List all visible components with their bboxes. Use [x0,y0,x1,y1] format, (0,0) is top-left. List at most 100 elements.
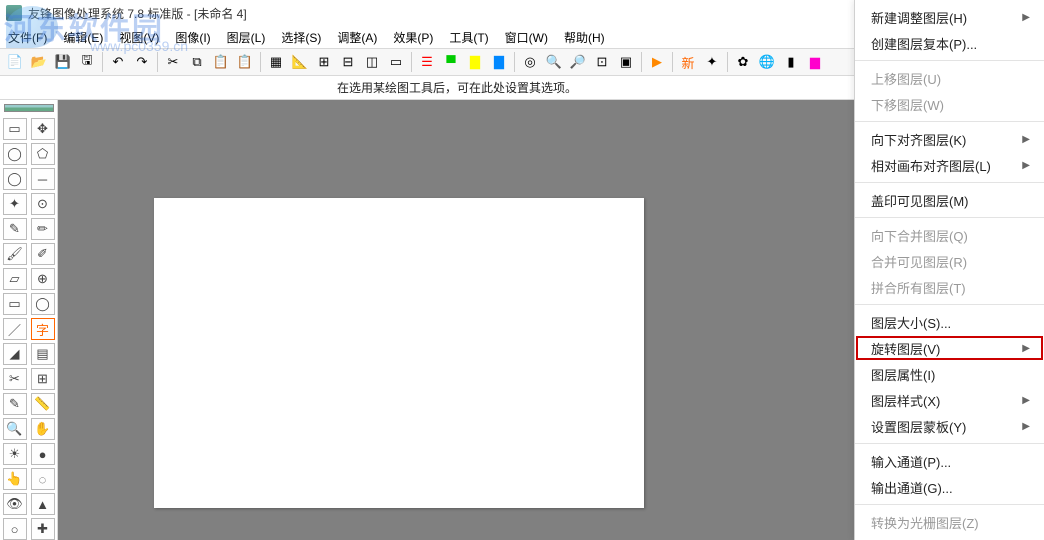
menu-item-9[interactable]: 窗口(W) [505,29,548,46]
tool-hand[interactable]: ✋ [31,418,55,440]
menu-z: 转换为光栅图层(Z) [855,509,1044,535]
menu-h[interactable]: 新建调整图层(H)▶ [855,4,1044,30]
menu-item-2[interactable]: 视图(V) [119,29,159,46]
menu-item-5[interactable]: 选择(S) [281,29,321,46]
menu-item-8[interactable]: 工具(T) [449,29,488,46]
tool-sharpen[interactable]: ▲ [31,493,55,515]
tool-select-rect[interactable]: ▭ [3,118,27,140]
open-button[interactable]: 📂 [28,51,50,73]
color-button[interactable]: ▆ [804,51,826,73]
toolbox-thumb[interactable] [4,104,54,112]
plugin-a-button[interactable]: 新 [677,51,699,73]
tool-crop[interactable]: ✂ [3,368,27,390]
rgb-button[interactable]: ☰ [416,51,438,73]
redo-button[interactable]: ↷ [131,51,153,73]
new-button[interactable]: 📄 [4,51,26,73]
copy-button[interactable]: ⧉ [186,51,208,73]
tool-line[interactable]: ／ [3,318,27,340]
tool-gradient[interactable]: ▤ [31,343,55,365]
selection-a-button[interactable]: ◫ [361,51,383,73]
tool-polygon-lasso[interactable]: ⬠ [31,143,55,165]
paste-button[interactable]: 📋 [210,51,232,73]
tool-bucket[interactable]: ◢ [3,343,27,365]
swatch2-button[interactable]: ▇ [488,51,510,73]
menu-i[interactable]: 图层属性(I) [855,361,1044,387]
tool-dodge[interactable]: ☀ [3,443,27,465]
battery-button[interactable]: ▮ [780,51,802,73]
guides-button[interactable]: ⊞ [313,51,335,73]
palette-button[interactable]: ▀ [440,51,462,73]
menu-x[interactable]: 图层样式(X)▶ [855,387,1044,413]
globe-button[interactable]: 🌐 [756,51,778,73]
canvas-area[interactable] [58,100,942,540]
paste-special-button[interactable]: 📋 [234,51,256,73]
undo-button[interactable]: ↶ [107,51,129,73]
tool-magic-wand[interactable]: ✦ [3,193,27,215]
menu-q: 向下合并图层(Q) [855,222,1044,248]
tool-zoom[interactable]: 🔍 [3,418,27,440]
rulers-button[interactable]: 📐 [289,51,311,73]
tool-paint[interactable]: ✐ [31,243,55,265]
cut-button[interactable]: ✂ [162,51,184,73]
grid-button[interactable]: ▦ [265,51,287,73]
tool-rect-shape[interactable]: ▭ [3,293,27,315]
flag-button[interactable]: ▶ [646,51,668,73]
web-button[interactable]: ✿ [732,51,754,73]
save-button[interactable]: 💾 [52,51,74,73]
tool-redeye[interactable]: 👁 [3,493,27,515]
chevron-right-icon: ▶ [1022,12,1030,23]
tool-clone[interactable]: ⊕ [31,268,55,290]
tool-text[interactable]: 字 [31,318,55,340]
tool-transform[interactable]: ⊞ [31,368,55,390]
actual-button[interactable]: ▣ [615,51,637,73]
toolbar-separator [411,52,412,72]
tool-ellipse-select[interactable]: ◯ [3,168,27,190]
tool-row-select[interactable]: ─ [31,168,55,190]
zoom-out-button[interactable]: 🔎 [567,51,589,73]
menu-k[interactable]: 向下对齐图层(K)▶ [855,126,1044,152]
menu-p[interactable]: 创建图层复本(P)... [855,30,1044,56]
tool-heal[interactable]: ✚ [31,518,55,540]
plugin-b-button[interactable]: ✦ [701,51,723,73]
menu-m[interactable]: 盖印可见图层(M) [855,187,1044,213]
tool-eraser[interactable]: ▱ [3,268,27,290]
tool-blur[interactable]: ◌ [31,468,55,490]
menu-item-1[interactable]: 编辑(E) [63,29,103,46]
tool-burn[interactable]: ● [31,443,55,465]
tool-ellipse-shape[interactable]: ◯ [31,293,55,315]
menu-g[interactable]: 输出通道(G)... [855,474,1044,500]
menu-item-6[interactable]: 调整(A) [337,29,377,46]
fit-button[interactable]: ⊡ [591,51,613,73]
tool-eyedropper[interactable]: ✎ [3,393,27,415]
menu-item-10[interactable]: 帮助(H) [564,29,605,46]
tool-pencil[interactable]: ✏ [31,218,55,240]
menu-y[interactable]: 设置图层蒙板(Y)▶ [855,413,1044,439]
menu-item-3[interactable]: 图像(I) [175,29,210,46]
menu-item-0[interactable]: 文件(F) [8,29,47,46]
menu-l[interactable]: 相对画布对齐图层(L)▶ [855,152,1044,178]
menu-u: 上移图层(U) [855,65,1044,91]
swatch-button[interactable]: ▇ [464,51,486,73]
tool-lasso[interactable]: ◯ [3,143,27,165]
tool-color-select[interactable]: ⊙ [31,193,55,215]
nav-button[interactable]: ◎ [519,51,541,73]
tool-pen[interactable]: ✎ [3,218,27,240]
menu-s[interactable]: 图层大小(S)... [855,309,1044,335]
menu-r: 合并可见图层(R) [855,248,1044,274]
zoom-in-button[interactable]: 🔍 [543,51,565,73]
selection-b-button[interactable]: ▭ [385,51,407,73]
menu-v[interactable]: 旋转图层(V)▶ [855,335,1044,361]
tool-brush[interactable]: 🖌 [3,243,27,265]
save-as-button[interactable]: 🖫 [76,51,98,73]
snap-button[interactable]: ⊟ [337,51,359,73]
layer-context-menu: 新建调整图层(H)▶创建图层复本(P)...上移图层(U)下移图层(W)向下对齐… [854,0,1044,540]
tool-smudge[interactable]: 👆 [3,468,27,490]
canvas[interactable] [154,198,644,508]
tool-move[interactable]: ✥ [31,118,55,140]
tool-sponge[interactable]: ○ [3,518,27,540]
toolbar-separator [157,52,158,72]
tool-measure[interactable]: 📏 [31,393,55,415]
menu-item-4[interactable]: 图层(L) [227,29,266,46]
menu-p[interactable]: 输入通道(P)... [855,448,1044,474]
menu-item-7[interactable]: 效果(P) [393,29,433,46]
